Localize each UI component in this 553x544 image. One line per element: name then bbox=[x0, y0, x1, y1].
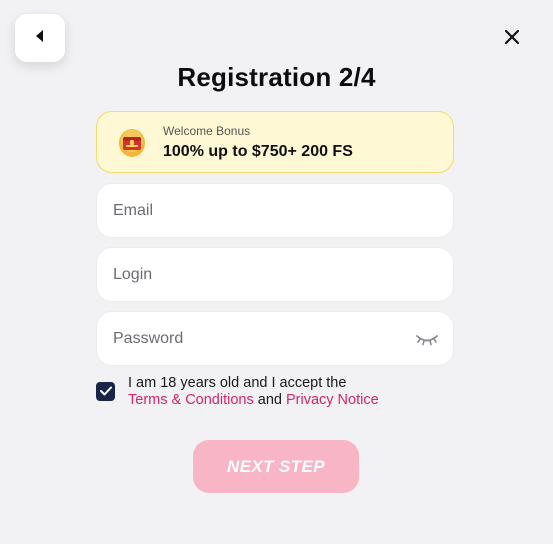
login-field-wrapper bbox=[96, 247, 454, 302]
email-field[interactable] bbox=[97, 184, 453, 237]
password-field-wrapper bbox=[96, 311, 454, 366]
eye-closed-icon[interactable] bbox=[415, 331, 439, 347]
consent-text: I am 18 years old and I accept the Terms… bbox=[128, 375, 448, 409]
consent-and: and bbox=[257, 392, 282, 408]
terms-link[interactable]: Terms & Conditions bbox=[128, 392, 254, 408]
privacy-link[interactable]: Privacy Notice bbox=[286, 392, 379, 408]
treasure-chest-icon bbox=[117, 126, 147, 158]
back-button[interactable] bbox=[15, 14, 65, 62]
login-field[interactable] bbox=[97, 248, 453, 301]
next-step-button[interactable]: NEXT STEP bbox=[193, 440, 359, 493]
welcome-bonus-banner: Welcome Bonus 100% up to $750+ 200 FS bbox=[96, 111, 454, 173]
consent-prefix: I am 18 years old and I accept the bbox=[128, 375, 347, 391]
bonus-label: Welcome Bonus bbox=[163, 124, 251, 138]
consent-checkbox[interactable] bbox=[96, 382, 115, 401]
checkmark-icon bbox=[99, 383, 112, 401]
email-field-wrapper bbox=[96, 183, 454, 238]
page-title: Registration 2/4 bbox=[177, 62, 376, 92]
close-icon bbox=[504, 29, 520, 49]
caret-left-icon bbox=[35, 29, 45, 47]
close-button[interactable] bbox=[499, 26, 525, 52]
password-field[interactable] bbox=[97, 312, 453, 365]
bonus-value: 100% up to $750+ 200 FS bbox=[163, 143, 353, 160]
